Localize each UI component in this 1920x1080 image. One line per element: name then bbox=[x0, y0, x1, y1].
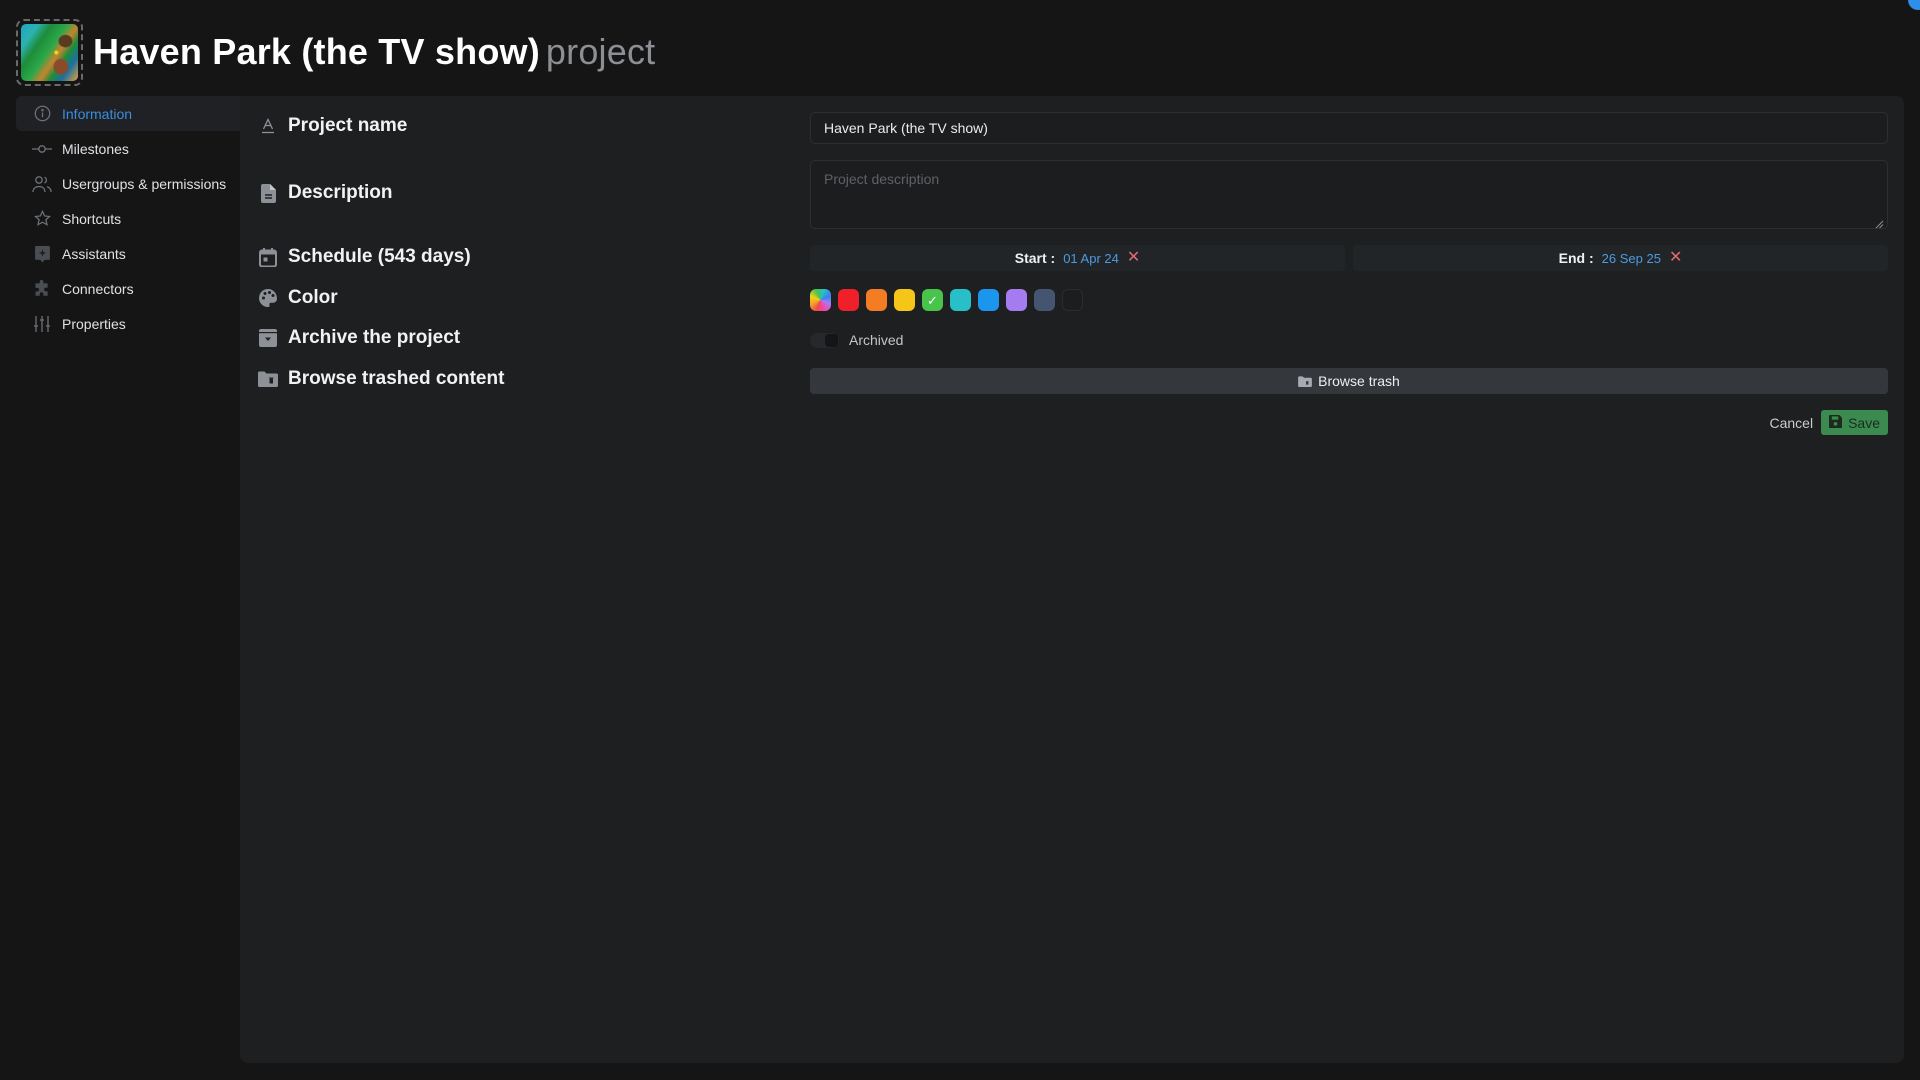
archived-toggle[interactable] bbox=[810, 332, 839, 348]
floppy-disk-icon bbox=[1829, 414, 1843, 431]
color-swatch-purple[interactable] bbox=[1006, 289, 1027, 311]
sidebar-item-label: Properties bbox=[62, 315, 126, 332]
color-label: Color bbox=[258, 287, 338, 309]
schedule-label: Schedule (543 days) bbox=[258, 246, 471, 268]
palette-icon bbox=[258, 287, 278, 309]
color-swatch-yellow[interactable] bbox=[894, 289, 915, 311]
sidebar-item-usergroups[interactable]: Usergroups & permissions bbox=[16, 166, 240, 201]
schedule-end[interactable]: End : 26 Sep 25 ✕ bbox=[1353, 245, 1888, 271]
color-swatch-rainbow[interactable] bbox=[810, 289, 831, 311]
project-name-input[interactable]: Haven Park (the TV show) bbox=[810, 112, 1888, 144]
color-swatch-green[interactable]: ✓ bbox=[922, 289, 943, 311]
clear-end-icon[interactable]: ✕ bbox=[1669, 250, 1682, 266]
project-name-label: Project name bbox=[258, 115, 407, 137]
description-label: Description bbox=[258, 182, 393, 204]
start-date[interactable]: 01 Apr 24 bbox=[1063, 251, 1119, 266]
page-header: Haven Park (the TV show) project bbox=[16, 18, 655, 86]
sidebar-item-assistants[interactable]: Assistants bbox=[16, 236, 240, 271]
calendar-icon bbox=[258, 246, 278, 268]
sidebar-item-properties[interactable]: Properties bbox=[16, 306, 240, 341]
color-swatch-red[interactable] bbox=[838, 289, 859, 311]
clear-start-icon[interactable]: ✕ bbox=[1127, 250, 1140, 266]
sidebar-item-information[interactable]: Information bbox=[16, 96, 240, 131]
cancel-button[interactable]: Cancel bbox=[1769, 411, 1813, 435]
sidebar-item-connectors[interactable]: Connectors bbox=[16, 271, 240, 306]
folder-trash-icon bbox=[1298, 375, 1313, 387]
project-thumbnail-image bbox=[21, 23, 78, 81]
description-textarea[interactable]: Project description bbox=[810, 160, 1888, 229]
color-swatch-none[interactable] bbox=[1062, 289, 1083, 311]
color-swatch-teal[interactable] bbox=[950, 289, 971, 311]
assistant-icon bbox=[32, 244, 52, 264]
text-format-icon bbox=[258, 115, 278, 137]
milestone-icon bbox=[32, 139, 52, 159]
end-date[interactable]: 26 Sep 25 bbox=[1602, 251, 1661, 266]
archive-box-icon bbox=[258, 327, 278, 349]
color-swatch-slate[interactable] bbox=[1034, 289, 1055, 311]
info-circle-icon bbox=[32, 104, 52, 124]
color-swatch-orange[interactable] bbox=[866, 289, 887, 311]
color-swatch-blue[interactable] bbox=[978, 289, 999, 311]
project-thumbnail[interactable] bbox=[16, 18, 83, 86]
browse-trash-button[interactable]: Browse trash bbox=[810, 368, 1888, 394]
trash-label: Browse trashed content bbox=[258, 368, 504, 390]
archived-toggle-label: Archived bbox=[849, 332, 904, 348]
resize-handle-icon[interactable] bbox=[1875, 216, 1884, 229]
sidebar-item-label: Information bbox=[62, 105, 133, 122]
notification-indicator[interactable] bbox=[1908, 0, 1920, 10]
page-title: Haven Park (the TV show) project bbox=[93, 31, 655, 73]
users-icon bbox=[32, 174, 52, 194]
star-icon bbox=[32, 209, 52, 229]
sidebar-item-milestones[interactable]: Milestones bbox=[16, 131, 240, 166]
schedule-start[interactable]: Start : 01 Apr 24 ✕ bbox=[810, 245, 1345, 271]
archive-toggle-row: Archived bbox=[810, 331, 1888, 349]
sidebar-item-label: Shortcuts bbox=[62, 210, 122, 227]
puzzle-icon bbox=[32, 279, 52, 299]
document-icon bbox=[258, 182, 278, 204]
project-title: Haven Park (the TV show) bbox=[93, 31, 540, 72]
sidebar-item-label: Assistants bbox=[62, 245, 126, 262]
sidebar-item-shortcuts[interactable]: Shortcuts bbox=[16, 201, 240, 236]
settings-sidebar: Information Milestones Usergroups & perm… bbox=[16, 96, 240, 341]
sliders-icon bbox=[32, 314, 52, 334]
information-panel: Project name Description Schedule (543 d… bbox=[240, 96, 1904, 1063]
form-actions: Cancel Save bbox=[1769, 410, 1888, 435]
archive-label: Archive the project bbox=[258, 327, 460, 349]
schedule-range: Start : 01 Apr 24 ✕ End : 26 Sep 25 ✕ bbox=[810, 245, 1888, 271]
folder-trash-icon bbox=[258, 368, 278, 390]
color-swatches: ✓ bbox=[810, 289, 1888, 311]
sidebar-item-label: Milestones bbox=[62, 140, 129, 157]
checkmark-icon: ✓ bbox=[927, 292, 938, 308]
project-title-suffix: project bbox=[545, 31, 656, 72]
sidebar-item-label: Usergroups & permissions bbox=[62, 175, 227, 192]
sidebar-item-label: Connectors bbox=[62, 280, 134, 297]
save-button[interactable]: Save bbox=[1821, 410, 1888, 435]
toggle-knob bbox=[825, 333, 838, 347]
description-placeholder: Project description bbox=[824, 171, 940, 187]
